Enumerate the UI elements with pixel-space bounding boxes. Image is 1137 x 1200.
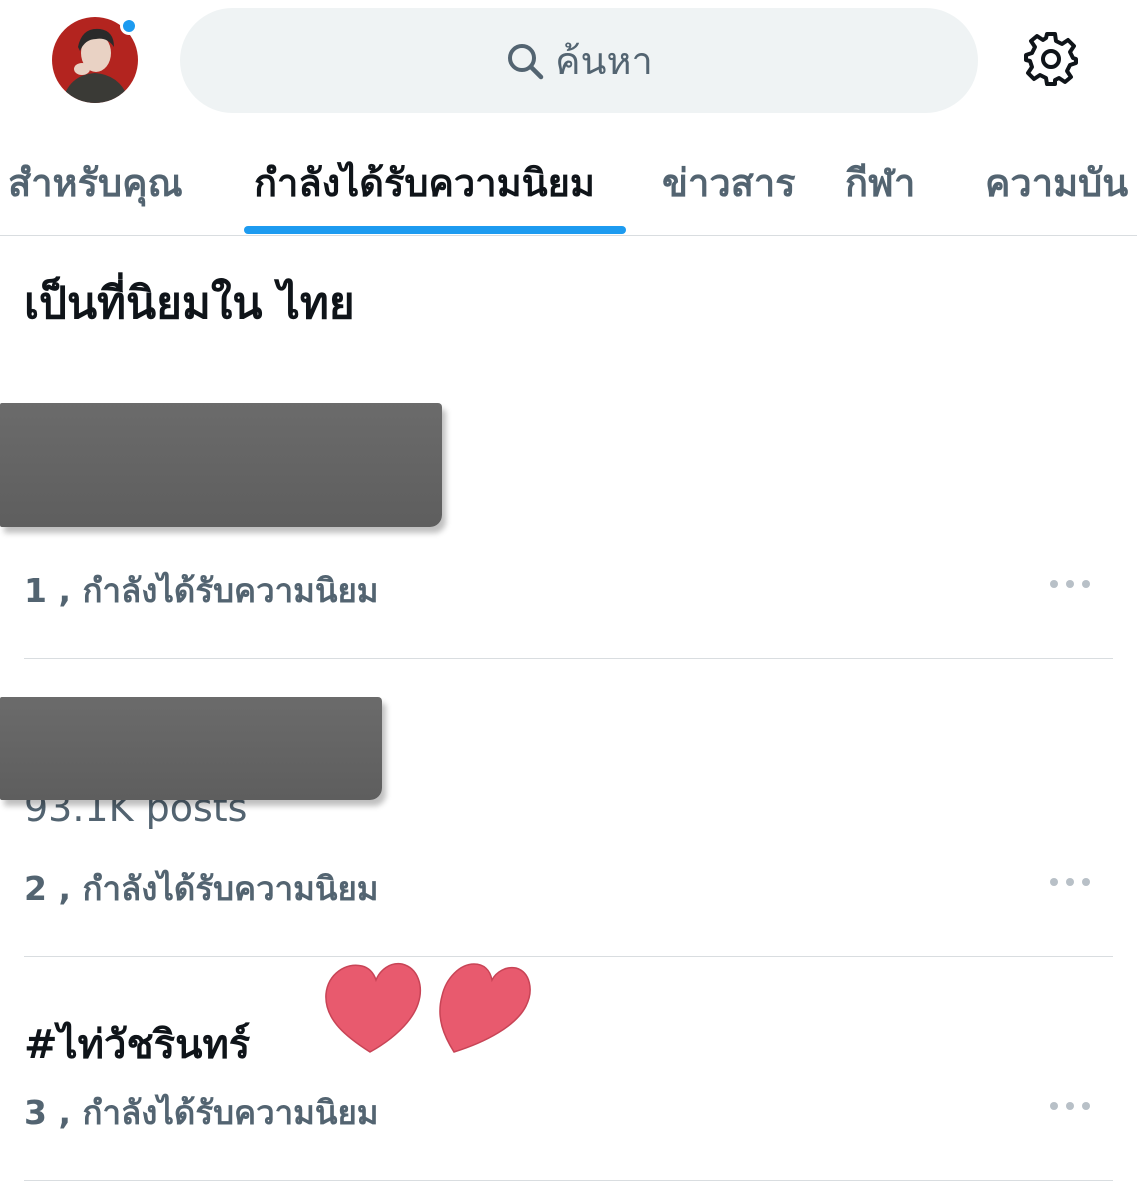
more-horizontal-icon[interactable]	[1050, 876, 1090, 888]
section-title: เป็นที่นิยมใน ไทย	[24, 278, 355, 329]
heart-icon	[325, 962, 422, 1053]
tab-news[interactable]: ข่าวสาร	[662, 152, 796, 213]
redaction-block	[0, 403, 442, 527]
tab-sports[interactable]: กีฬา	[845, 152, 915, 213]
trend-meta: 3 , กำลังได้รับความนิยม	[24, 1093, 379, 1132]
trend-meta: 1 , กำลังได้รับความนิยม	[24, 571, 379, 610]
profile-avatar[interactable]	[52, 17, 138, 103]
divider	[24, 1180, 1113, 1181]
hearts-sticker	[322, 960, 532, 1064]
tab-trending[interactable]: กำลังได้รับความนิยม	[254, 152, 595, 213]
search-icon	[505, 41, 545, 81]
more-horizontal-icon[interactable]	[1050, 578, 1090, 590]
settings-button[interactable]	[1022, 32, 1080, 90]
redaction-block	[0, 697, 382, 800]
search-placeholder: ค้นหา	[555, 39, 653, 83]
gear-icon	[1022, 30, 1080, 92]
notification-dot	[120, 17, 138, 35]
trend-meta: 2 , กำลังได้รับความนิยม	[24, 869, 379, 908]
divider	[24, 956, 1113, 957]
tab-for-you[interactable]: สำหรับคุณ	[8, 152, 183, 213]
tab-entertainment[interactable]: ความบัน	[985, 152, 1128, 213]
more-horizontal-icon[interactable]	[1050, 1100, 1090, 1112]
trend-hashtag: #ไท่วัชรินทร์	[24, 1022, 251, 1068]
active-tab-indicator	[244, 226, 626, 234]
heart-icon	[439, 963, 531, 1053]
tab-bar: สำหรับคุณ กำลังได้รับความนิยม ข่าวสาร กี…	[0, 130, 1137, 236]
search-bar[interactable]: ค้นหา	[180, 8, 978, 113]
divider	[24, 658, 1113, 659]
